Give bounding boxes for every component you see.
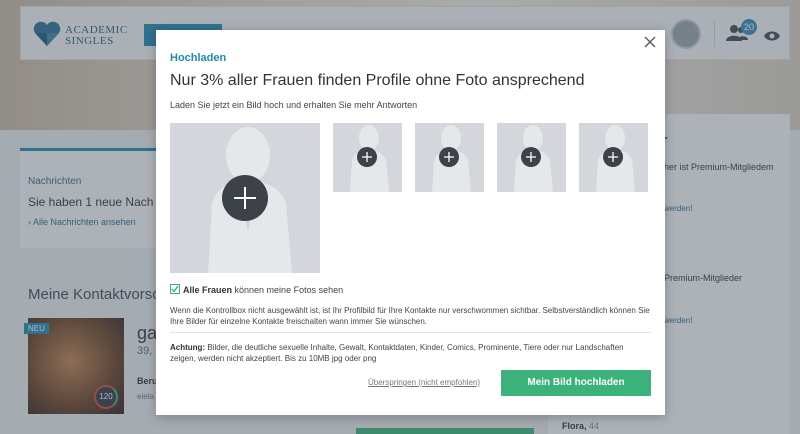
dialog-title: Nur 3% aller Frauen finden Profile ohne … xyxy=(170,72,585,89)
add-photo-icon[interactable] xyxy=(521,147,541,167)
photo-slot-3[interactable] xyxy=(415,123,484,192)
checkmark-icon xyxy=(171,285,179,293)
photo-slot-5[interactable] xyxy=(579,123,648,192)
skip-link[interactable]: Überspringen (nicht empfohlen) xyxy=(368,378,480,387)
dialog-subtitle: Laden Sie jetzt ein Bild hoch und erhalt… xyxy=(170,100,418,110)
photo-slot-4[interactable] xyxy=(497,123,566,192)
dialog-label: Hochladen xyxy=(170,52,227,64)
add-photo-icon[interactable] xyxy=(439,147,459,167)
close-icon[interactable] xyxy=(644,36,656,48)
visibility-checkbox-row: Alle Frauen können meine Fotos sehen xyxy=(170,284,343,295)
photo-slot-main[interactable] xyxy=(170,123,320,273)
checkbox-label: können meine Fotos sehen xyxy=(234,285,344,295)
warning-body: Bilder, die deutliche sexuelle Inhalte, … xyxy=(170,343,624,363)
add-photo-icon[interactable] xyxy=(222,175,268,221)
warning-label: Achtung: xyxy=(170,343,206,352)
checkbox-label-bold: Alle Frauen xyxy=(183,285,233,295)
visibility-checkbox[interactable] xyxy=(170,284,180,294)
warning-text: Achtung: Bilder, die deutliche sexuelle … xyxy=(170,342,635,364)
add-photo-icon[interactable] xyxy=(357,147,377,167)
divider xyxy=(170,332,651,333)
upload-photo-button[interactable]: Mein Bild hochladen xyxy=(501,370,651,396)
photo-slot-2[interactable] xyxy=(333,123,402,192)
upload-photo-dialog: Hochladen Nur 3% aller Frauen finden Pro… xyxy=(156,30,665,415)
visibility-info-text: Wenn die Kontrollbox nicht ausgewählt is… xyxy=(170,306,650,326)
add-photo-icon[interactable] xyxy=(603,147,623,167)
